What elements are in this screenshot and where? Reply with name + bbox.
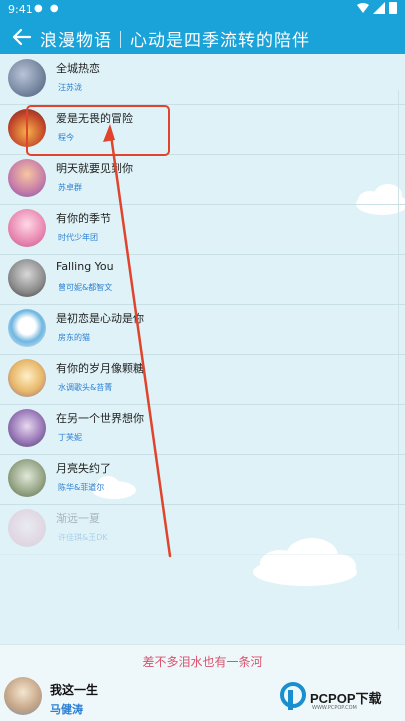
album-cover bbox=[8, 309, 46, 347]
song-artist: 时代少年团 bbox=[58, 233, 98, 242]
song-title: Falling You bbox=[56, 260, 114, 273]
song-artist: 陈华&菲道尔 bbox=[58, 483, 105, 492]
notification-dots: ● ● bbox=[34, 3, 61, 14]
song-row[interactable]: 是初恋是心动是你 房东的猫 bbox=[0, 304, 405, 355]
song-title: 有你的季节 bbox=[56, 212, 111, 225]
wifi-icon bbox=[357, 3, 369, 13]
song-artist: 曾可妮&都智文 bbox=[58, 283, 113, 292]
app-bar: 浪漫物语｜心动是四季流转的陪伴 bbox=[0, 20, 405, 54]
album-cover bbox=[8, 209, 46, 247]
song-row[interactable]: Falling You 曾可妮&都智文 bbox=[0, 254, 405, 305]
now-playing-cover[interactable] bbox=[4, 677, 42, 715]
status-icons bbox=[357, 2, 397, 14]
song-artist: 房东的猫 bbox=[58, 333, 90, 342]
album-cover bbox=[8, 259, 46, 297]
battery-icon bbox=[389, 2, 397, 14]
page-title: 浪漫物语｜心动是四季流转的陪伴 bbox=[40, 31, 310, 51]
now-playing-title[interactable]: 我这一生 bbox=[50, 681, 98, 698]
song-title: 有你的岁月像颗糖 bbox=[56, 362, 144, 375]
song-row[interactable]: 明天就要见到你 苏卓群 bbox=[0, 154, 405, 205]
album-cover bbox=[8, 59, 46, 97]
song-row[interactable]: 有你的季节 时代少年团 bbox=[0, 204, 405, 255]
song-row[interactable]: 月亮失约了 陈华&菲道尔 bbox=[0, 454, 405, 505]
song-artist: 苏卓群 bbox=[58, 183, 82, 192]
song-title: 明天就要见到你 bbox=[56, 162, 133, 175]
album-cover bbox=[8, 359, 46, 397]
song-title: 是初恋是心动是你 bbox=[56, 312, 144, 325]
song-row[interactable]: 渐远一夏 许佳琪&王DK bbox=[0, 504, 405, 555]
status-bar: 9:41 ● ● bbox=[0, 0, 405, 20]
song-artist: 汪苏泷 bbox=[58, 83, 82, 92]
now-playing-artist: 马健涛 bbox=[50, 703, 83, 716]
song-row[interactable]: 在另一个世界想你 丁芙妮 bbox=[0, 404, 405, 455]
song-title: 全城热恋 bbox=[56, 62, 100, 75]
song-row[interactable]: 全城热恋 汪苏泷 bbox=[0, 54, 405, 105]
signal-icon bbox=[373, 2, 385, 14]
song-artist: 许佳琪&王DK bbox=[58, 533, 108, 542]
status-time: 9:41 bbox=[8, 3, 33, 16]
song-title: 在另一个世界想你 bbox=[56, 412, 144, 425]
song-row[interactable]: 有你的岁月像颗糖 水调歌头&苔菁 bbox=[0, 354, 405, 405]
album-cover bbox=[8, 159, 46, 197]
watermark-url: WWW.PCPOP.COM bbox=[312, 705, 357, 711]
song-artist: 丁芙妮 bbox=[58, 433, 82, 442]
song-title: 渐远一夏 bbox=[56, 512, 100, 525]
album-cover bbox=[8, 409, 46, 447]
current-lyric: 差不多泪水也有一条河 bbox=[142, 655, 263, 669]
song-title: 月亮失约了 bbox=[56, 462, 111, 475]
album-cover bbox=[8, 459, 46, 497]
annotation-highlight-box bbox=[26, 105, 170, 156]
song-artist: 水调歌头&苔菁 bbox=[58, 383, 113, 392]
album-cover bbox=[8, 509, 46, 547]
back-arrow-icon[interactable] bbox=[10, 25, 36, 49]
pcpop-logo-icon bbox=[280, 682, 306, 710]
